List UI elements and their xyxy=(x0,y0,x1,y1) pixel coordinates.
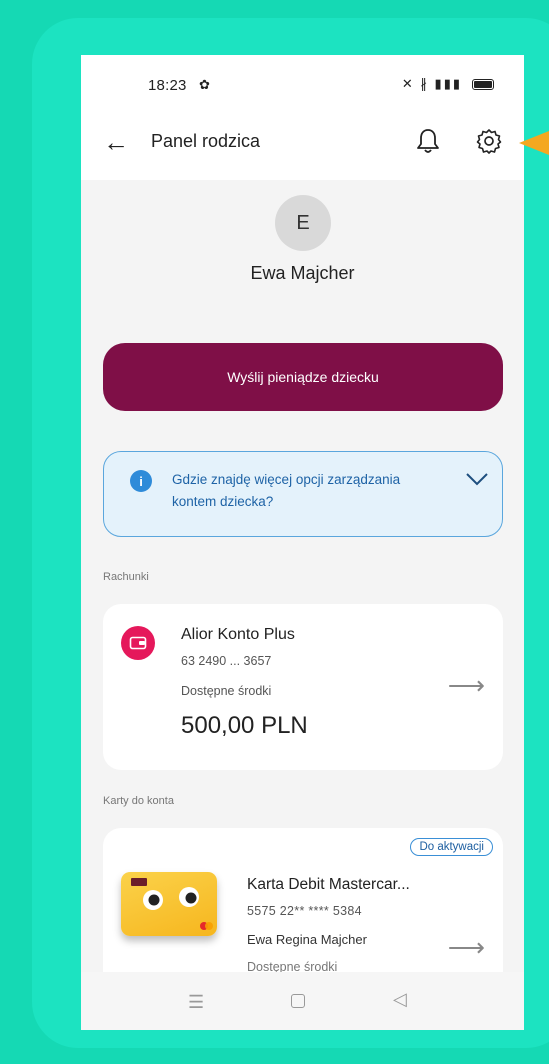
profile-name: Ewa Majcher xyxy=(250,263,355,283)
status-time: 18:23 xyxy=(148,77,187,94)
menu-icon[interactable]: ☰ xyxy=(188,992,204,1013)
card-number: 5575 22** **** 5384 xyxy=(247,904,362,918)
status-bar: 18:23 ✿ ✕ ∦ ▮▮▮ xyxy=(81,55,524,115)
status-gear-icon: ✿ xyxy=(199,77,210,92)
account-card[interactable]: Alior Konto Plus 63 2490 ... 3657 Dostęp… xyxy=(103,604,503,770)
send-money-button[interactable]: Wyślij pieniądze dziecku xyxy=(103,343,503,411)
chevron-down-icon[interactable] xyxy=(464,470,490,488)
pointer-arrow-icon xyxy=(519,131,549,155)
avatar: E xyxy=(275,195,331,251)
status-icons: ✕ ∦ ▮▮▮ xyxy=(401,76,462,91)
battery-icon xyxy=(472,79,494,90)
nav-back-triangle-icon[interactable]: ◁ xyxy=(393,989,407,1010)
app-bar: ← Panel rodzica xyxy=(81,115,524,175)
card-name: Karta Debit Mastercar... xyxy=(247,876,410,893)
info-text: Gdzie znajdę więcej opcji zarządzania ko… xyxy=(172,472,401,509)
info-box[interactable]: i Gdzie znajdę więcej opcji zarządzania … xyxy=(103,451,503,537)
info-icon: i xyxy=(130,470,152,492)
card-image xyxy=(121,872,217,936)
phone-screen: 18:23 ✿ ✕ ∦ ▮▮▮ ← Panel rodzica E Ewa Ma… xyxy=(81,55,524,1030)
home-square-icon[interactable] xyxy=(291,994,305,1008)
arrow-right-icon[interactable]: ⟶ xyxy=(448,670,485,701)
cards-heading: Karty do konta xyxy=(103,795,174,807)
wallet-icon xyxy=(121,626,155,660)
account-balance: 500,00 PLN xyxy=(181,712,308,739)
back-arrow-icon[interactable]: ← xyxy=(103,128,129,156)
accounts-heading: Rachunki xyxy=(103,571,149,583)
card-owner: Ewa Regina Majcher xyxy=(247,932,367,947)
arrow-right-icon[interactable]: ⟶ xyxy=(448,932,485,963)
available-funds-label: Dostępne środki xyxy=(181,684,272,698)
gear-icon[interactable] xyxy=(475,127,503,155)
page-title: Panel rodzica xyxy=(151,131,261,151)
account-number: 63 2490 ... 3657 xyxy=(181,654,272,668)
system-nav-bar: ☰ ◁ xyxy=(81,972,524,1030)
status-badge: Do aktywacji xyxy=(410,838,493,856)
account-name: Alior Konto Plus xyxy=(181,626,295,643)
bell-icon[interactable] xyxy=(415,127,441,155)
